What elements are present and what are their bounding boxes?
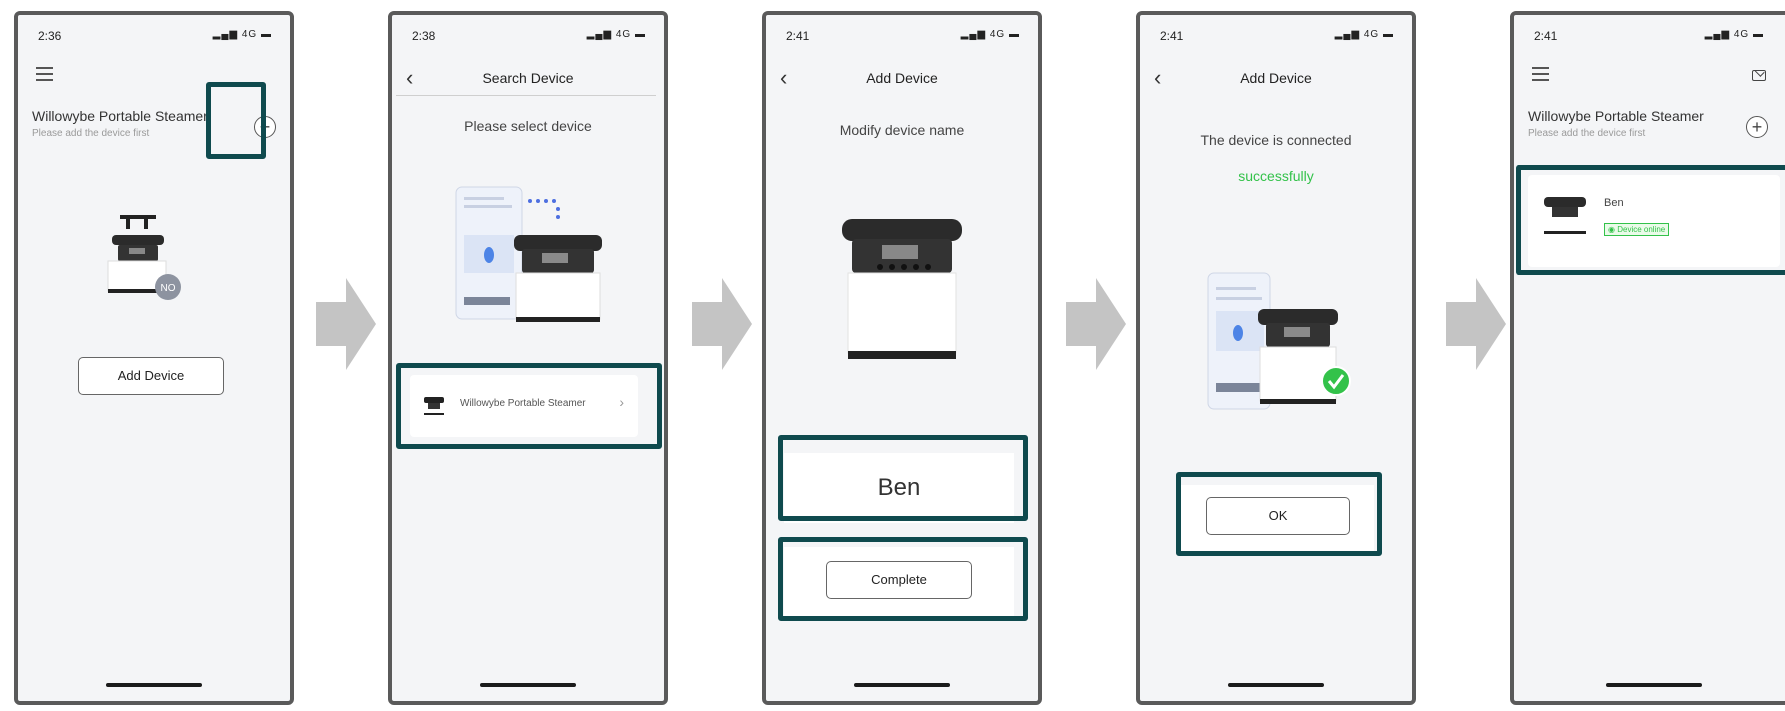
nav-title: Add Device — [866, 70, 938, 86]
highlight-name-field — [778, 435, 1028, 521]
mail-icon[interactable] — [1752, 70, 1766, 81]
screen-search-device: 2:38 ▂▄▆ 4G ▬ ‹ Search Device Please sel… — [388, 11, 668, 705]
add-device-plus-button[interactable]: + — [1746, 116, 1768, 138]
menu-icon[interactable] — [36, 67, 53, 81]
battery-icon: ▬ — [1009, 29, 1020, 40]
highlight-plus-button — [206, 82, 266, 159]
step-arrow-icon — [1446, 278, 1506, 370]
modify-name-prompt: Modify device name — [839, 122, 965, 138]
step-arrow-icon — [1066, 278, 1126, 370]
nav-title: Search Device — [482, 70, 574, 86]
status-bar: 2:41 ▂▄▆ 4G ▬ — [766, 29, 1038, 47]
status-time: 2:36 — [38, 29, 62, 43]
screen-connected: 2:41 ▂▄▆ 4G ▬ ‹ Add Device The device is… — [1136, 11, 1416, 705]
home-indicator — [854, 683, 950, 687]
battery-icon: ▬ — [635, 29, 646, 40]
app-subtitle: Please add the device first — [32, 128, 150, 139]
steamer-illustration — [842, 219, 962, 359]
signal-bars-icon: ▂▄▆ — [212, 29, 239, 40]
status-time: 2:41 — [1160, 29, 1184, 43]
screen-home-empty: 2:36 ▂▄▆ 4G ▬ Willowybe Portable Steamer… — [14, 11, 294, 705]
add-device-button[interactable]: Add Device — [78, 357, 224, 395]
status-bar: 2:38 ▂▄▆ 4G ▬ — [392, 29, 664, 47]
offline-badge: NO — [161, 283, 176, 294]
signal-indicator: ▂▄▆ 4G ▬ — [1334, 29, 1394, 40]
signal-bars-icon: ▂▄▆ — [1334, 29, 1361, 40]
screen-modify-name: 2:41 ▂▄▆ 4G ▬ ‹ Add Device Modify device… — [762, 11, 1042, 705]
battery-icon: ▬ — [261, 29, 272, 40]
highlight-device-card — [1516, 165, 1785, 275]
step-arrow-icon — [316, 278, 376, 370]
phone-pairing-illustration — [455, 186, 602, 322]
steamer-offline-illustration: NO — [107, 215, 181, 300]
status-bar: 2:41 ▂▄▆ 4G ▬ — [1514, 29, 1785, 47]
plus-icon: + — [1751, 117, 1763, 137]
battery-icon: ▬ — [1383, 29, 1394, 40]
highlight-device-item — [396, 363, 662, 449]
step-arrow-icon — [692, 278, 752, 370]
nav-title: Add Device — [1240, 70, 1312, 86]
signal-bars-icon: ▂▄▆ — [1704, 29, 1731, 40]
app-title: Willowybe Portable Steamer — [1528, 108, 1704, 124]
app-subtitle: Please add the device first — [1528, 128, 1646, 139]
highlight-ok-button — [1176, 472, 1382, 556]
connected-illustration — [1207, 272, 1351, 410]
signal-indicator: ▂▄▆ 4G ▬ — [960, 29, 1020, 40]
connected-message: The device is connected — [1200, 132, 1352, 148]
status-time: 2:38 — [412, 29, 436, 43]
home-indicator — [1606, 683, 1702, 687]
home-indicator — [1228, 683, 1324, 687]
home-indicator — [106, 683, 202, 687]
battery-icon: ▬ — [1753, 29, 1764, 40]
screen-home-device-added: 2:41 ▂▄▆ 4G ▬ Willowybe Portable Steamer… — [1510, 11, 1785, 705]
status-bar: 2:41 ▂▄▆ 4G ▬ — [1140, 29, 1412, 47]
status-bar: 2:36 ▂▄▆ 4G ▬ — [18, 29, 290, 47]
highlight-complete-button — [778, 537, 1028, 621]
signal-bars-icon: ▂▄▆ — [960, 29, 987, 40]
signal-indicator: ▂▄▆ 4G ▬ — [586, 29, 646, 40]
app-title: Willowybe Portable Steamer — [32, 108, 208, 124]
status-time: 2:41 — [1534, 29, 1558, 43]
signal-indicator: ▂▄▆ 4G ▬ — [1704, 29, 1764, 40]
select-device-prompt: Please select device — [464, 118, 592, 134]
home-indicator — [480, 683, 576, 687]
nav-divider — [396, 95, 656, 96]
status-time: 2:41 — [786, 29, 810, 43]
signal-indicator: ▂▄▆ 4G ▬ — [212, 29, 272, 40]
success-message: successfully — [1238, 168, 1314, 184]
signal-bars-icon: ▂▄▆ — [586, 29, 613, 40]
menu-icon[interactable] — [1532, 67, 1549, 81]
